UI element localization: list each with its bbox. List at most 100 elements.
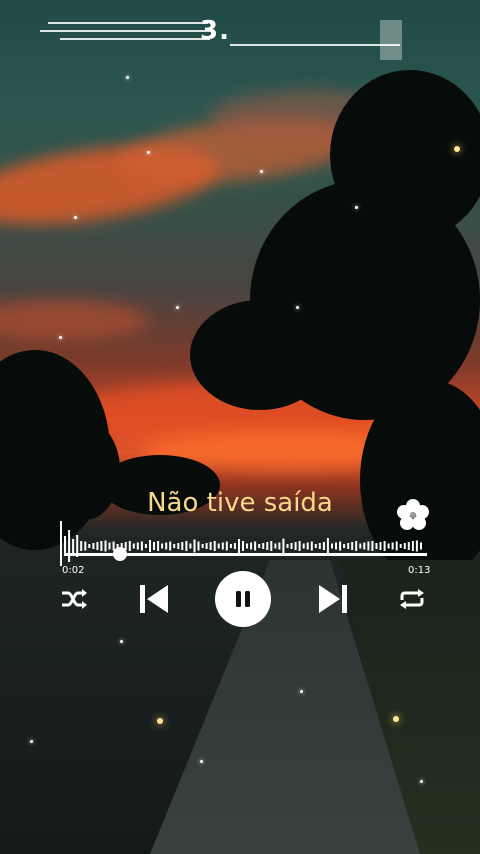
waveform-bar <box>339 541 342 551</box>
glitch-line <box>380 20 402 60</box>
sparkle <box>74 216 77 219</box>
audio-waveform <box>60 521 422 566</box>
sparkle <box>260 170 263 173</box>
elapsed-time: 0:02 <box>62 565 85 576</box>
sparkle <box>176 306 179 309</box>
waveform-bar <box>403 543 406 549</box>
sparkle <box>157 718 163 724</box>
sparkle <box>355 206 358 209</box>
waveform-bar <box>165 542 168 550</box>
waveform-bar <box>306 542 309 550</box>
waveform-bar <box>326 538 329 554</box>
sparkle <box>59 336 62 339</box>
waveform-bar <box>189 543 192 549</box>
waveform-bar <box>92 543 95 549</box>
waveform-bar <box>343 544 346 548</box>
waveform-bar <box>250 542 253 550</box>
glitch-line <box>60 38 210 40</box>
waveform-bar <box>254 541 257 551</box>
waveform-bar <box>213 541 216 551</box>
shuffle-icon <box>62 589 87 609</box>
waveform-bar <box>322 542 325 550</box>
waveform-bar <box>298 541 301 551</box>
waveform-bar <box>96 542 99 550</box>
waveform-bar <box>379 542 382 550</box>
shuffle-button[interactable] <box>58 584 90 614</box>
sparkle <box>296 306 299 309</box>
waveform-bar <box>310 541 313 551</box>
sparkle <box>300 690 303 693</box>
glitch-line <box>48 22 208 24</box>
waveform-bar <box>286 544 289 548</box>
tree-silhouette <box>190 300 330 410</box>
waveform-bar <box>225 541 228 551</box>
waveform-bar <box>157 541 160 551</box>
next-track-button[interactable] <box>313 578 353 620</box>
waveform-bar <box>399 544 402 548</box>
repeat-icon <box>400 589 424 609</box>
sparkle <box>454 146 460 152</box>
waveform-bar <box>153 542 155 550</box>
waveform-bar <box>367 541 370 551</box>
waveform-bar <box>136 542 139 550</box>
sparkle <box>147 151 150 154</box>
waveform-bar <box>302 543 305 549</box>
skip-next-icon <box>319 585 347 613</box>
sparkle <box>120 640 123 643</box>
waveform-bar <box>262 543 265 549</box>
waveform-bar <box>383 541 386 551</box>
waveform-bar <box>411 541 414 551</box>
total-duration: 0:13 <box>408 565 431 576</box>
sparkle <box>30 740 33 743</box>
waveform-bar <box>371 541 374 551</box>
waveform-bar <box>132 543 135 549</box>
waveform-bar <box>407 542 410 550</box>
waveform-bar <box>229 544 232 548</box>
waveform-bar <box>314 544 317 548</box>
waveform-bar <box>144 544 147 548</box>
skip-previous-icon <box>140 585 168 613</box>
waveform-bar <box>242 541 244 551</box>
waveform-bar <box>221 542 224 550</box>
waveform-bar <box>80 541 83 551</box>
waveform-bar <box>104 540 107 552</box>
waveform-bar <box>108 542 111 550</box>
waveform-bar <box>72 539 75 553</box>
waveform-bar <box>355 541 358 551</box>
waveform-bar <box>347 543 350 549</box>
waveform-bar <box>375 543 378 549</box>
waveform-bar <box>270 541 273 551</box>
waveform-bar <box>258 544 261 548</box>
waveform-bar <box>88 544 91 548</box>
waveform-bar <box>420 542 422 550</box>
sparkle <box>126 76 129 79</box>
waveform-bar <box>318 543 321 549</box>
waveform-bar <box>294 542 297 550</box>
tree-silhouette <box>330 70 480 240</box>
previous-track-button[interactable] <box>134 578 174 620</box>
waveform-bar <box>395 541 398 551</box>
repeat-button[interactable] <box>396 584 428 614</box>
waveform-bar <box>238 539 240 553</box>
waveform-bar <box>173 544 176 548</box>
waveform-bar <box>128 541 131 551</box>
waveform-bar <box>197 541 200 551</box>
waveform-bar <box>193 539 196 553</box>
waveform-bar <box>359 543 362 549</box>
waveform-bar <box>209 542 212 550</box>
page-title: 3. <box>200 16 230 46</box>
waveform-bar <box>201 544 204 548</box>
waveform-bar <box>387 543 390 549</box>
sparkle <box>420 780 423 783</box>
pause-icon <box>236 591 250 607</box>
waveform-bar <box>391 542 394 550</box>
waveform-bar <box>68 530 71 562</box>
waveform-bar <box>140 541 143 551</box>
progress-thumb[interactable] <box>113 547 127 561</box>
background-scene <box>0 0 480 854</box>
sparkle <box>200 760 203 763</box>
waveform-bar <box>161 543 164 549</box>
waveform-bar <box>60 521 62 566</box>
pause-button[interactable] <box>215 571 271 627</box>
waveform-bar <box>181 542 184 550</box>
